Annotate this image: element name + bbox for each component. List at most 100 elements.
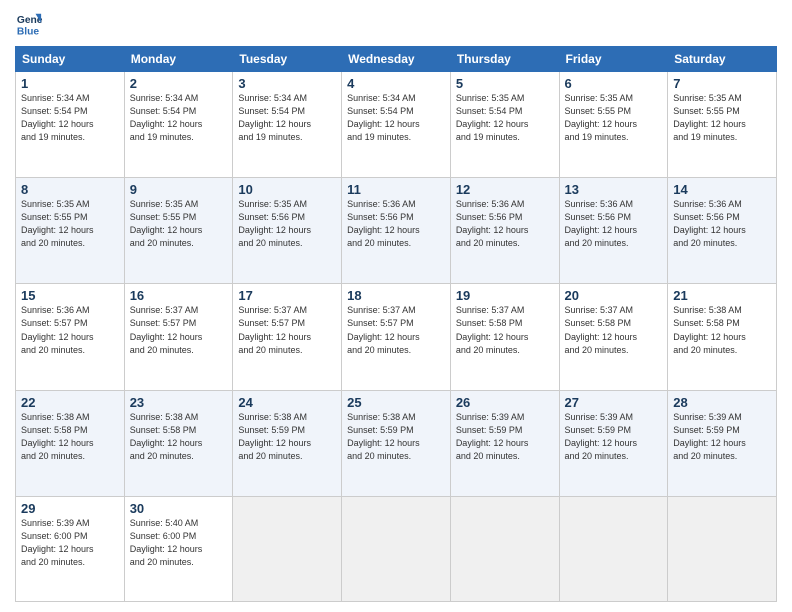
- day-number: 6: [565, 76, 663, 91]
- header: General Blue: [15, 10, 777, 38]
- empty-cell: [233, 496, 342, 601]
- week-row-4: 29Sunrise: 5:39 AMSunset: 6:00 PMDayligh…: [16, 496, 777, 601]
- week-row-0: 1Sunrise: 5:34 AMSunset: 5:54 PMDaylight…: [16, 72, 777, 178]
- day-number: 29: [21, 501, 119, 516]
- day-detail: Sunrise: 5:37 AMSunset: 5:57 PMDaylight:…: [130, 304, 228, 356]
- col-header-thursday: Thursday: [450, 47, 559, 72]
- day-detail: Sunrise: 5:36 AMSunset: 5:57 PMDaylight:…: [21, 304, 119, 356]
- day-detail: Sunrise: 5:37 AMSunset: 5:58 PMDaylight:…: [565, 304, 663, 356]
- header-row: SundayMondayTuesdayWednesdayThursdayFrid…: [16, 47, 777, 72]
- day-cell-1: 1Sunrise: 5:34 AMSunset: 5:54 PMDaylight…: [16, 72, 125, 178]
- day-detail: Sunrise: 5:38 AMSunset: 5:59 PMDaylight:…: [347, 411, 445, 463]
- day-detail: Sunrise: 5:35 AMSunset: 5:55 PMDaylight:…: [21, 198, 119, 250]
- day-detail: Sunrise: 5:35 AMSunset: 5:54 PMDaylight:…: [456, 92, 554, 144]
- week-row-1: 8Sunrise: 5:35 AMSunset: 5:55 PMDaylight…: [16, 178, 777, 284]
- day-number: 7: [673, 76, 771, 91]
- day-number: 8: [21, 182, 119, 197]
- day-cell-14: 14Sunrise: 5:36 AMSunset: 5:56 PMDayligh…: [668, 178, 777, 284]
- day-detail: Sunrise: 5:36 AMSunset: 5:56 PMDaylight:…: [456, 198, 554, 250]
- day-number: 5: [456, 76, 554, 91]
- day-detail: Sunrise: 5:38 AMSunset: 5:58 PMDaylight:…: [673, 304, 771, 356]
- day-detail: Sunrise: 5:39 AMSunset: 5:59 PMDaylight:…: [456, 411, 554, 463]
- day-number: 1: [21, 76, 119, 91]
- day-detail: Sunrise: 5:34 AMSunset: 5:54 PMDaylight:…: [347, 92, 445, 144]
- day-number: 27: [565, 395, 663, 410]
- day-number: 14: [673, 182, 771, 197]
- day-cell-2: 2Sunrise: 5:34 AMSunset: 5:54 PMDaylight…: [124, 72, 233, 178]
- day-number: 18: [347, 288, 445, 303]
- col-header-monday: Monday: [124, 47, 233, 72]
- day-detail: Sunrise: 5:34 AMSunset: 5:54 PMDaylight:…: [238, 92, 336, 144]
- day-detail: Sunrise: 5:34 AMSunset: 5:54 PMDaylight:…: [130, 92, 228, 144]
- day-cell-3: 3Sunrise: 5:34 AMSunset: 5:54 PMDaylight…: [233, 72, 342, 178]
- day-cell-19: 19Sunrise: 5:37 AMSunset: 5:58 PMDayligh…: [450, 284, 559, 390]
- day-detail: Sunrise: 5:38 AMSunset: 5:59 PMDaylight:…: [238, 411, 336, 463]
- day-number: 23: [130, 395, 228, 410]
- day-number: 21: [673, 288, 771, 303]
- day-detail: Sunrise: 5:37 AMSunset: 5:57 PMDaylight:…: [238, 304, 336, 356]
- day-detail: Sunrise: 5:35 AMSunset: 5:55 PMDaylight:…: [673, 92, 771, 144]
- col-header-tuesday: Tuesday: [233, 47, 342, 72]
- day-number: 30: [130, 501, 228, 516]
- day-cell-20: 20Sunrise: 5:37 AMSunset: 5:58 PMDayligh…: [559, 284, 668, 390]
- day-detail: Sunrise: 5:35 AMSunset: 5:56 PMDaylight:…: [238, 198, 336, 250]
- day-cell-28: 28Sunrise: 5:39 AMSunset: 5:59 PMDayligh…: [668, 390, 777, 496]
- page: General Blue SundayMondayTuesdayWednesda…: [0, 0, 792, 612]
- day-cell-21: 21Sunrise: 5:38 AMSunset: 5:58 PMDayligh…: [668, 284, 777, 390]
- week-row-3: 22Sunrise: 5:38 AMSunset: 5:58 PMDayligh…: [16, 390, 777, 496]
- day-detail: Sunrise: 5:36 AMSunset: 5:56 PMDaylight:…: [347, 198, 445, 250]
- day-number: 13: [565, 182, 663, 197]
- day-number: 26: [456, 395, 554, 410]
- day-number: 25: [347, 395, 445, 410]
- day-detail: Sunrise: 5:35 AMSunset: 5:55 PMDaylight:…: [130, 198, 228, 250]
- empty-cell: [668, 496, 777, 601]
- day-cell-29: 29Sunrise: 5:39 AMSunset: 6:00 PMDayligh…: [16, 496, 125, 601]
- day-cell-22: 22Sunrise: 5:38 AMSunset: 5:58 PMDayligh…: [16, 390, 125, 496]
- day-cell-5: 5Sunrise: 5:35 AMSunset: 5:54 PMDaylight…: [450, 72, 559, 178]
- day-number: 9: [130, 182, 228, 197]
- day-number: 12: [456, 182, 554, 197]
- day-cell-15: 15Sunrise: 5:36 AMSunset: 5:57 PMDayligh…: [16, 284, 125, 390]
- day-cell-25: 25Sunrise: 5:38 AMSunset: 5:59 PMDayligh…: [342, 390, 451, 496]
- day-detail: Sunrise: 5:38 AMSunset: 5:58 PMDaylight:…: [130, 411, 228, 463]
- day-cell-13: 13Sunrise: 5:36 AMSunset: 5:56 PMDayligh…: [559, 178, 668, 284]
- day-cell-10: 10Sunrise: 5:35 AMSunset: 5:56 PMDayligh…: [233, 178, 342, 284]
- day-number: 15: [21, 288, 119, 303]
- day-cell-16: 16Sunrise: 5:37 AMSunset: 5:57 PMDayligh…: [124, 284, 233, 390]
- general-blue-logo-icon: General Blue: [15, 10, 43, 38]
- day-number: 20: [565, 288, 663, 303]
- day-detail: Sunrise: 5:36 AMSunset: 5:56 PMDaylight:…: [565, 198, 663, 250]
- day-cell-8: 8Sunrise: 5:35 AMSunset: 5:55 PMDaylight…: [16, 178, 125, 284]
- day-detail: Sunrise: 5:39 AMSunset: 6:00 PMDaylight:…: [21, 517, 119, 569]
- col-header-wednesday: Wednesday: [342, 47, 451, 72]
- day-cell-27: 27Sunrise: 5:39 AMSunset: 5:59 PMDayligh…: [559, 390, 668, 496]
- day-cell-26: 26Sunrise: 5:39 AMSunset: 5:59 PMDayligh…: [450, 390, 559, 496]
- col-header-sunday: Sunday: [16, 47, 125, 72]
- day-number: 11: [347, 182, 445, 197]
- day-cell-18: 18Sunrise: 5:37 AMSunset: 5:57 PMDayligh…: [342, 284, 451, 390]
- col-header-friday: Friday: [559, 47, 668, 72]
- day-number: 2: [130, 76, 228, 91]
- day-detail: Sunrise: 5:40 AMSunset: 6:00 PMDaylight:…: [130, 517, 228, 569]
- day-number: 4: [347, 76, 445, 91]
- day-number: 19: [456, 288, 554, 303]
- day-number: 16: [130, 288, 228, 303]
- day-detail: Sunrise: 5:36 AMSunset: 5:56 PMDaylight:…: [673, 198, 771, 250]
- empty-cell: [342, 496, 451, 601]
- day-detail: Sunrise: 5:37 AMSunset: 5:57 PMDaylight:…: [347, 304, 445, 356]
- day-detail: Sunrise: 5:38 AMSunset: 5:58 PMDaylight:…: [21, 411, 119, 463]
- day-cell-4: 4Sunrise: 5:34 AMSunset: 5:54 PMDaylight…: [342, 72, 451, 178]
- day-cell-17: 17Sunrise: 5:37 AMSunset: 5:57 PMDayligh…: [233, 284, 342, 390]
- day-cell-7: 7Sunrise: 5:35 AMSunset: 5:55 PMDaylight…: [668, 72, 777, 178]
- day-detail: Sunrise: 5:39 AMSunset: 5:59 PMDaylight:…: [565, 411, 663, 463]
- day-cell-12: 12Sunrise: 5:36 AMSunset: 5:56 PMDayligh…: [450, 178, 559, 284]
- col-header-saturday: Saturday: [668, 47, 777, 72]
- day-detail: Sunrise: 5:37 AMSunset: 5:58 PMDaylight:…: [456, 304, 554, 356]
- day-number: 22: [21, 395, 119, 410]
- calendar-table: SundayMondayTuesdayWednesdayThursdayFrid…: [15, 46, 777, 602]
- day-cell-30: 30Sunrise: 5:40 AMSunset: 6:00 PMDayligh…: [124, 496, 233, 601]
- logo: General Blue: [15, 10, 45, 38]
- day-detail: Sunrise: 5:34 AMSunset: 5:54 PMDaylight:…: [21, 92, 119, 144]
- day-cell-6: 6Sunrise: 5:35 AMSunset: 5:55 PMDaylight…: [559, 72, 668, 178]
- day-number: 17: [238, 288, 336, 303]
